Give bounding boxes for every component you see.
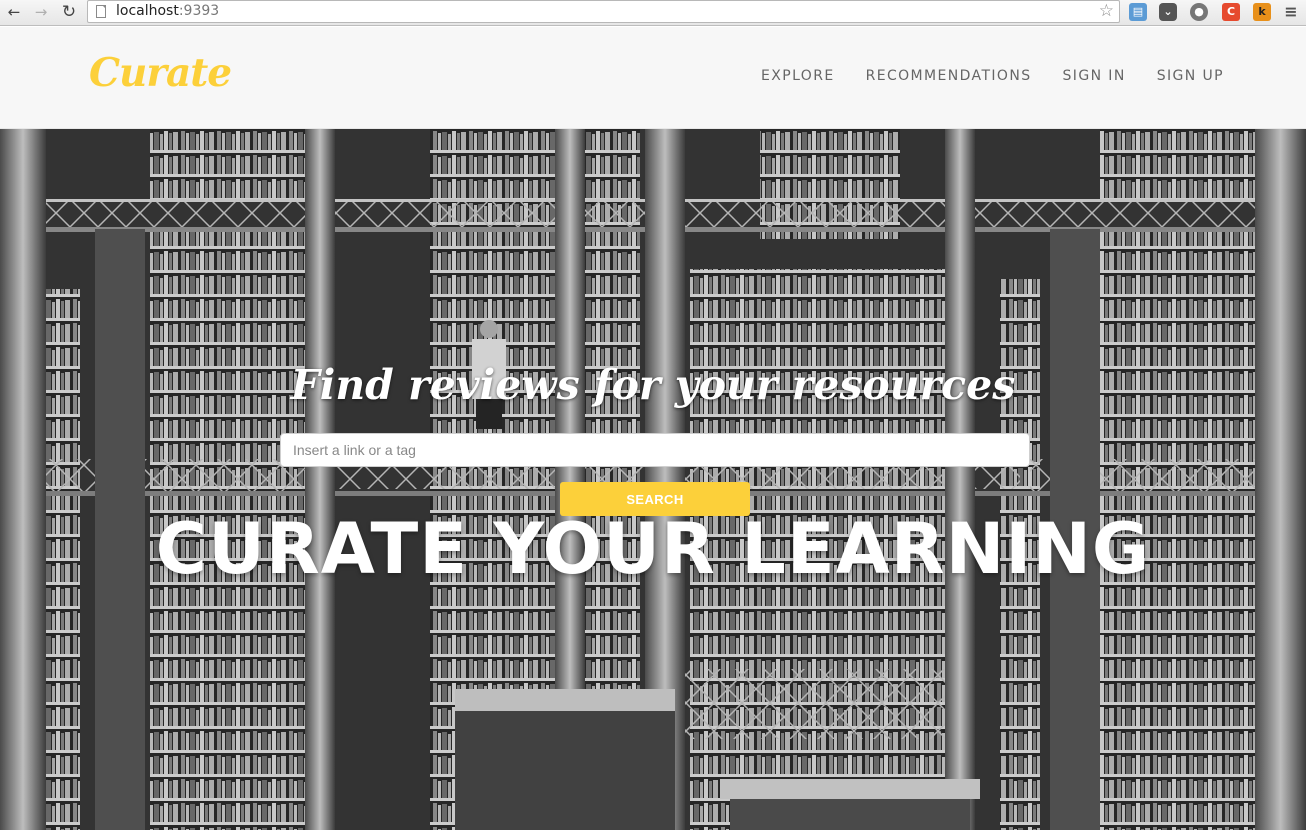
main-nav: EXPLORE RECOMMENDATIONS SIGN IN SIGN UP [761,68,1224,84]
steam-icon[interactable]: ● [1190,3,1208,21]
address-bar[interactable]: localhost:9393 ☆ [87,0,1120,23]
site-header: Curate EXPLORE RECOMMENDATIONS SIGN IN S… [0,27,1306,129]
arrow-right-icon[interactable]: → [31,2,51,22]
menu-icon[interactable]: ≡ [1282,3,1300,21]
page-icon [96,5,106,18]
hero-section: Find reviews for your resources SEARCH C… [0,129,1306,830]
library-background-image [0,129,1306,830]
hero-tagline: Find reviews for your resources [290,361,1016,409]
nav-explore[interactable]: EXPLORE [761,68,835,84]
bookmark-star-icon[interactable]: ☆ [1099,1,1114,21]
k-icon[interactable]: k [1253,3,1271,21]
reload-icon[interactable]: ↻ [59,2,79,22]
codepen-icon[interactable]: C [1222,3,1240,21]
nav-sign-in[interactable]: SIGN IN [1063,68,1126,84]
search-input[interactable] [280,433,1030,467]
nav-recommendations[interactable]: RECOMMENDATIONS [866,68,1032,84]
url-text[interactable]: localhost:9393 [116,3,219,19]
browser-toolbar: ← → ↻ localhost:9393 ☆ ▤ ⌄ ● C k ≡ [0,0,1306,26]
hero-heading: CURATE YOUR LEARNING [155,508,1151,590]
pocket-icon[interactable]: ⌄ [1159,3,1177,21]
nav-sign-up[interactable]: SIGN UP [1157,68,1224,84]
folder-icon[interactable]: ▤ [1129,3,1147,21]
logo[interactable]: Curate [89,50,232,96]
arrow-left-icon[interactable]: ← [4,2,24,22]
